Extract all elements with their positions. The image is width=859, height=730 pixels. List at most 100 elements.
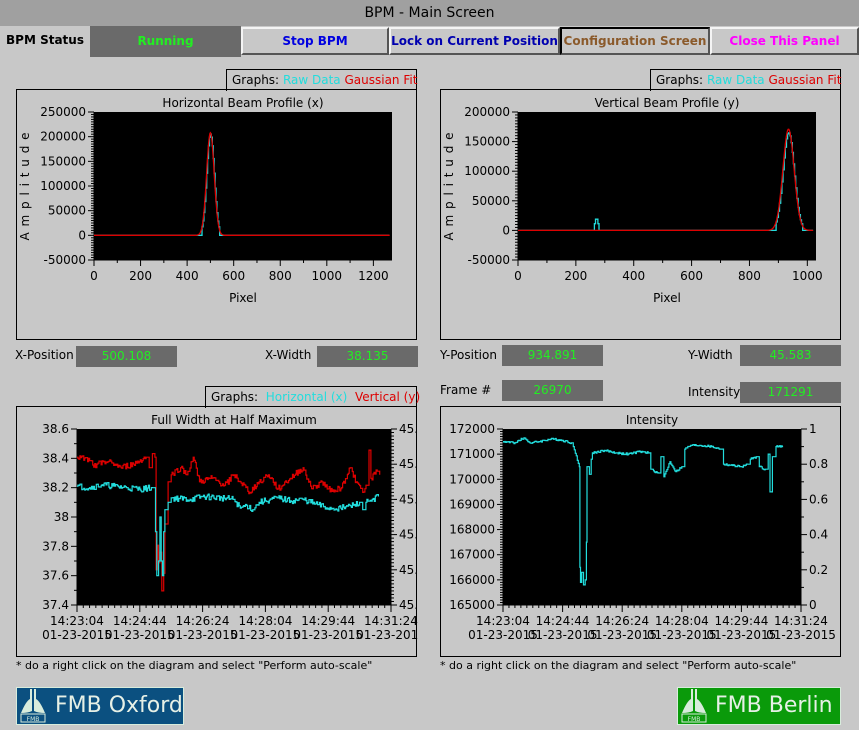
left-axis-tick-label: 250000 — [40, 105, 86, 119]
fmb-oxford-text: FMB Oxford — [55, 693, 183, 718]
x-axis-time-label: 14:31:24 — [364, 614, 418, 628]
x-axis-tick-label: 200 — [129, 269, 152, 283]
left-axis-tick-label: 100000 — [40, 179, 86, 193]
fwhm-legend: Graphs: Horizontal (x) Vertical (y) — [205, 386, 420, 408]
fwhm-chart-panel[interactable]: Full Width at Half Maximum 37.4 37.6 37.8 38… — [16, 406, 418, 658]
x-axis-time-label: 14:24:44 — [113, 614, 167, 628]
x-axis-date-label: 01-23-2015 — [766, 628, 836, 642]
x-axis-time-label: 14:24:44 — [536, 614, 590, 628]
x-axis-tick-label: 400 — [176, 269, 199, 283]
fmb-building-icon: FMB — [20, 689, 46, 723]
x-axis-time-label: 14:23:04 — [50, 614, 104, 628]
x-axis-tick-label: 600 — [222, 269, 245, 283]
svg-text:FMB: FMB — [688, 716, 701, 723]
x-axis-tick-label: 0 — [514, 269, 522, 283]
left-axis-tick-label: -50000 — [467, 253, 510, 267]
x-axis-time-label: 14:31:24 — [774, 614, 828, 628]
left-axis-tick-label: 172000 — [449, 422, 495, 436]
right-axis-tick-label: 0.8 — [809, 457, 828, 471]
x-axis-tick-label: 1000 — [792, 269, 823, 283]
left-axis-tick-label: 167000 — [449, 548, 495, 562]
y-width-label: Y-Width — [688, 348, 733, 362]
legend-prefix: Graphs: — [232, 73, 280, 87]
intensity-chart-panel[interactable]: Intensity 165000 166000 167000 168000 169000 1… — [440, 406, 841, 657]
x-axis-time-label: 14:23:04 — [476, 614, 530, 628]
x-axis-tick-label: 400 — [622, 269, 645, 283]
vprofile-chart[interactable]: Vertical Beam Profile (y) -50000 0 50000 100… — [441, 90, 842, 341]
stop-bpm-button[interactable]: Stop BPM — [241, 27, 389, 55]
x-axis-date-label: 01-23-2015 — [42, 628, 112, 642]
right-axis-tick-label: 45.3 — [399, 563, 418, 577]
frame-value: 26970 — [502, 380, 603, 401]
x-axis-tick-label: 1200 — [358, 269, 389, 283]
chart-title: Horizontal Beam Profile (x) — [162, 96, 323, 110]
left-axis-tick-label: 200000 — [40, 130, 86, 144]
x-axis-date-label: 01-23-2015 — [105, 628, 175, 642]
left-axis-tick-label: 150000 — [40, 154, 86, 168]
x-axis-date-label: 01-23-2015 — [231, 628, 301, 642]
fwhm-autoscale-hint: * do a right click on the diagram and se… — [16, 659, 373, 672]
x-axis-tick-label: 600 — [680, 269, 703, 283]
x-axis-date-label: 01-23-2015 — [168, 628, 238, 642]
right-axis-tick-label: 0.4 — [809, 528, 828, 542]
intensity-value: 171291 — [740, 382, 841, 403]
plot-area — [518, 112, 816, 260]
intensity-chart[interactable]: Intensity 165000 166000 167000 168000 169000 1… — [441, 407, 842, 658]
legend-horizontal[interactable]: Horizontal (x) — [266, 390, 348, 404]
fwhm-chart[interactable]: Full Width at Half Maximum 37.4 37.6 37.8 38… — [17, 407, 418, 658]
hprofile-chart-panel[interactable]: Horizontal Beam Profile (x) -50000 0 50000 1… — [16, 89, 417, 340]
y-position-label: Y-Position — [440, 348, 497, 362]
x-axis-time-label: 14:26:24 — [595, 614, 649, 628]
frame-label: Frame # — [440, 383, 492, 397]
x-axis-time-label: 14:29:44 — [301, 614, 355, 628]
legend-prefix: Graphs: — [211, 390, 259, 404]
hprofile-chart[interactable]: Horizontal Beam Profile (x) -50000 0 50000 1… — [17, 90, 418, 341]
vprofile-chart-panel[interactable]: Vertical Beam Profile (y) -50000 0 50000 100… — [440, 89, 841, 340]
configuration-screen-button[interactable]: Configuration Screen — [560, 27, 710, 55]
legend-raw-data[interactable]: Raw Data — [283, 73, 341, 87]
close-panel-button[interactable]: Close This Panel — [710, 27, 859, 55]
x-width-value: 38.135 — [317, 346, 418, 367]
left-axis-tick-label: -50000 — [43, 253, 86, 267]
toolbar: BPM Status Running Stop BPM Lock on Curr… — [0, 26, 859, 57]
left-axis-tick-label: 200000 — [464, 105, 510, 119]
bpm-status-value: Running — [90, 26, 241, 57]
x-position-label: X-Position — [15, 348, 74, 362]
x-axis-time-label: 14:28:04 — [655, 614, 709, 628]
plot-area — [94, 112, 392, 260]
legend-gaussian-fit[interactable]: Gaussian Fit — [344, 73, 417, 87]
chart-title: Vertical Beam Profile (y) — [595, 96, 740, 110]
legend-gaussian-fit[interactable]: Gaussian Fit — [768, 73, 841, 87]
left-axis-tick-label: 38.2 — [42, 481, 69, 495]
x-position-value: 500.108 — [76, 346, 177, 367]
lock-position-label: Lock on Current Position — [391, 34, 558, 48]
left-axis-tick-label: 169000 — [449, 497, 495, 511]
left-axis-tick-label: 37.4 — [42, 598, 69, 612]
fmb-berlin-logo: FMB FMB Berlin — [677, 687, 841, 725]
y-axis-label: A m p l i t u d e — [442, 131, 456, 240]
intensity-label: Intensity — [688, 385, 741, 399]
chart-title: Full Width at Half Maximum — [151, 413, 317, 427]
close-panel-label: Close This Panel — [729, 34, 840, 48]
intensity-autoscale-hint: * do a right click on the diagram and se… — [440, 659, 797, 672]
x-axis-tick-label: 800 — [269, 269, 292, 283]
y-width-value: 45.583 — [740, 345, 841, 366]
x-width-label: X-Width — [265, 348, 312, 362]
plot-area — [77, 429, 391, 605]
x-axis-time-label: 14:26:24 — [176, 614, 230, 628]
stop-bpm-label: Stop BPM — [282, 34, 348, 48]
left-axis-tick-label: 38.4 — [42, 451, 69, 465]
x-axis-tick-label: 200 — [564, 269, 587, 283]
left-axis-tick-label: 165000 — [449, 598, 495, 612]
window-title: BPM - Main Screen — [0, 0, 859, 26]
lock-on-current-position-button[interactable]: Lock on Current Position — [389, 27, 560, 55]
x-axis-tick-label: 1000 — [312, 269, 343, 283]
right-axis-tick-label: 45.4 — [399, 528, 418, 542]
right-axis-tick-label: 45.6 — [399, 457, 418, 471]
left-axis-tick-label: 0 — [78, 228, 86, 242]
right-axis-tick-label: 1 — [809, 422, 817, 436]
left-axis-tick-label: 100000 — [464, 164, 510, 178]
hprofile-legend: Graphs: Raw Data Gaussian Fit — [226, 69, 417, 91]
legend-vertical[interactable]: Vertical (y) — [355, 390, 420, 404]
legend-raw-data[interactable]: Raw Data — [707, 73, 765, 87]
